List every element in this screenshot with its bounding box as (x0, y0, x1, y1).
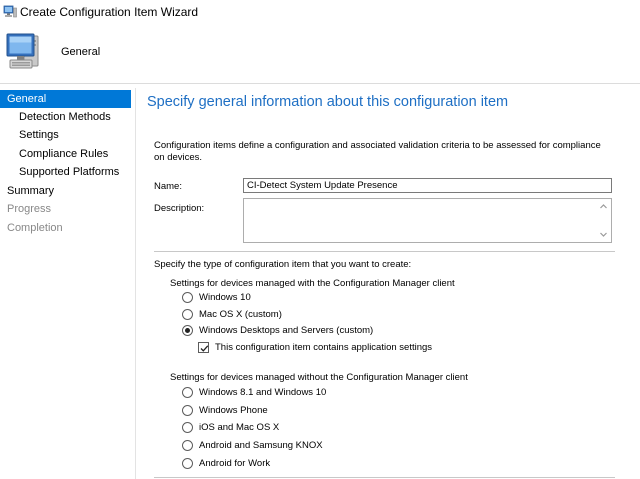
sidebar-item-completion: Completion (0, 219, 131, 237)
radio-button[interactable] (182, 309, 193, 320)
radio-label: Android for Work (199, 458, 271, 469)
scroll-down-icon[interactable] (599, 230, 608, 239)
title-bar: Create Configuration Item Wizard (0, 0, 640, 24)
sidebar-item-progress: Progress (0, 200, 131, 218)
name-input[interactable]: CI-Detect System Update Presence (243, 178, 612, 193)
sidebar-item-label: Settings (19, 129, 59, 141)
radio-button[interactable] (182, 292, 193, 303)
radio-label: Windows Phone (199, 405, 268, 416)
radio-label: Windows 10 (199, 292, 251, 303)
intro-text: Configuration items define a configurati… (154, 140, 601, 163)
sidebar-item-general[interactable]: General (0, 90, 131, 108)
managed-group-label: Settings for devices managed with the Co… (170, 278, 455, 289)
unmanaged-group-label: Settings for devices managed without the… (170, 372, 468, 383)
sidebar-item-label: Supported Platforms (19, 166, 120, 178)
description-input[interactable] (243, 198, 612, 243)
divider (154, 477, 615, 478)
sidebar-item-supported-platforms[interactable]: Supported Platforms (0, 163, 131, 181)
checkbox[interactable] (198, 342, 209, 353)
radio-label: Mac OS X (custom) (199, 309, 282, 320)
wizard-header: General (0, 24, 640, 84)
name-label: Name: (154, 181, 182, 192)
sidebar-item-summary[interactable]: Summary (0, 182, 131, 200)
divider (154, 251, 615, 252)
checkbox-label: This configuration item contains applica… (215, 342, 433, 353)
computer-icon (3, 5, 17, 18)
header-section-title: General (61, 46, 101, 58)
description-label: Description: (154, 203, 205, 214)
sidebar-item-label: Compliance Rules (19, 148, 109, 160)
scroll-up-icon[interactable] (599, 202, 608, 211)
sidebar-item-label: Detection Methods (19, 111, 111, 123)
window-title: Create Configuration Item Wizard (20, 5, 199, 19)
radio-label: Android and Samsung KNOX (199, 440, 323, 451)
sidebar-item-detection-methods[interactable]: Detection Methods (0, 108, 131, 126)
computer-icon (6, 33, 39, 69)
page-title: Specify general information about this c… (147, 94, 509, 110)
radio-button[interactable] (182, 458, 193, 469)
sidebar-item-label: Summary (7, 185, 55, 197)
radio-label: iOS and Mac OS X (199, 422, 280, 433)
sidebar-item-settings[interactable]: Settings (0, 126, 131, 144)
sidebar-item-label: General (7, 93, 47, 105)
wizard-sidebar: General Detection Methods Settings Compl… (0, 88, 136, 479)
radio-button[interactable] (182, 440, 193, 451)
sidebar-item-compliance-rules[interactable]: Compliance Rules (0, 145, 131, 163)
radio-label: Windows 8.1 and Windows 10 (199, 387, 327, 398)
radio-button[interactable] (182, 405, 193, 416)
radio-button[interactable] (182, 387, 193, 398)
type-prompt: Specify the type of configuration item t… (154, 259, 412, 270)
sidebar-item-label: Completion (7, 222, 63, 234)
radio-button-selected[interactable] (182, 325, 193, 336)
radio-button[interactable] (182, 422, 193, 433)
sidebar-item-label: Progress (7, 203, 52, 215)
wizard-main-panel: Specify general information about this c… (137, 88, 640, 479)
radio-label: Windows Desktops and Servers (custom) (199, 325, 374, 336)
checkmark-icon (200, 345, 209, 352)
